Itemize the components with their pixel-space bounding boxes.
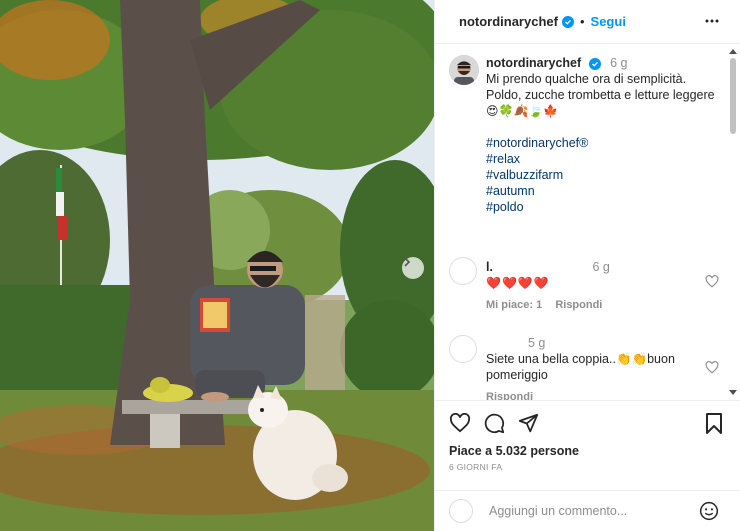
- author-avatar[interactable]: [449, 55, 479, 85]
- comment-likes-count[interactable]: Mi piace: 1: [486, 299, 542, 311]
- chevron-right-icon: [404, 257, 411, 267]
- caption-body: notordinarychef 6 g Mi prendo qualche or…: [486, 55, 721, 215]
- save-button[interactable]: [705, 413, 723, 439]
- verified-badge-icon: [561, 15, 574, 28]
- comment-username[interactable]: l.: [486, 260, 493, 274]
- post-caption: notordinarychef 6 g Mi prendo qualche or…: [449, 55, 721, 215]
- caption-text: Mi prendo qualche ora di semplicità. Pol…: [486, 72, 715, 102]
- current-user-avatar: [449, 499, 473, 523]
- caption-username[interactable]: notordinarychef: [486, 56, 581, 70]
- comment-body: ❤️❤️❤️❤️: [486, 276, 550, 290]
- follow-button[interactable]: Segui: [591, 14, 626, 29]
- comment-item: l. 6 g ❤️❤️❤️❤️ Mi piace: 1 Rispondi: [449, 257, 719, 317]
- like-button[interactable]: [449, 412, 471, 439]
- comment-meta: Rispondi: [486, 391, 543, 400]
- commenter-avatar[interactable]: [449, 335, 477, 363]
- hashtag-link[interactable]: #valbuzzifarm: [486, 167, 721, 183]
- comment-bubble-icon: [484, 413, 505, 434]
- scroll-down-arrow-icon[interactable]: [729, 390, 737, 396]
- action-icons: [449, 412, 539, 439]
- heart-icon: [705, 361, 719, 374]
- heart-icon: [449, 412, 471, 433]
- comment-time: 5 g: [528, 336, 546, 350]
- header-username[interactable]: notordinarychef: [459, 14, 558, 29]
- emoji-picker-button[interactable]: [699, 501, 719, 526]
- more-options-button[interactable]: [704, 13, 720, 32]
- instagram-post: notordinarychef • Segui notordinarychef …: [0, 0, 740, 531]
- comment-button[interactable]: [484, 413, 505, 439]
- reply-button[interactable]: Rispondi: [555, 299, 602, 311]
- like-comment-button[interactable]: [705, 275, 719, 293]
- scrollbar-thumb[interactable]: [730, 58, 736, 134]
- caption-emojis: 😍🍀🍂🍃🍁: [486, 104, 559, 118]
- comment-body: Siete una bella coppia..👏👏buon pomeriggi…: [486, 352, 675, 382]
- header-separator: •: [579, 14, 585, 29]
- smiley-icon: [699, 501, 719, 521]
- next-photo-button[interactable]: [402, 257, 424, 279]
- heart-icon: [705, 275, 719, 288]
- post-photo[interactable]: [0, 0, 434, 531]
- post-actions: Piace a 5.032 persone 6 GIORNI FA: [435, 400, 740, 490]
- comment-item: 5 g Siete una bella coppia..👏👏buon pomer…: [449, 335, 719, 400]
- hashtag-list: #notordinarychef® #relax #valbuzzifarm #…: [486, 135, 721, 215]
- like-comment-button[interactable]: [705, 361, 719, 379]
- bookmark-icon: [706, 413, 722, 434]
- share-button[interactable]: [518, 413, 539, 439]
- commenter-avatar[interactable]: [449, 257, 477, 285]
- post-side-panel: notordinarychef • Segui notordinarychef …: [434, 0, 740, 531]
- comment-input[interactable]: [489, 504, 689, 518]
- caption-time: 6 g: [610, 56, 628, 70]
- comment-meta: Mi piace: 1 Rispondi: [486, 299, 612, 311]
- comment-time: 6 g: [592, 260, 610, 274]
- reply-button[interactable]: Rispondi: [486, 391, 533, 400]
- post-header: notordinarychef • Segui: [435, 0, 740, 44]
- add-comment-bar: [435, 490, 740, 531]
- comment-text-block: l. 6 g ❤️❤️❤️❤️: [486, 259, 686, 291]
- hashtag-link[interactable]: #notordinarychef®: [486, 135, 721, 151]
- likes-count[interactable]: Piace a 5.032 persone: [449, 444, 579, 458]
- hashtag-link[interactable]: #relax: [486, 151, 721, 167]
- comment-text-block: 5 g Siete una bella coppia..👏👏buon pomer…: [486, 335, 686, 383]
- hashtag-link[interactable]: #autumn: [486, 183, 721, 199]
- photo-illustration: [0, 0, 434, 531]
- post-timestamp: 6 GIORNI FA: [449, 462, 503, 472]
- verified-badge-icon: [588, 58, 601, 70]
- paper-plane-icon: [518, 413, 539, 433]
- hashtag-link[interactable]: #poldo: [486, 199, 721, 215]
- more-horizontal-icon: [705, 19, 719, 23]
- scroll-up-arrow-icon[interactable]: [729, 48, 737, 54]
- comments-scroll-area[interactable]: notordinarychef 6 g Mi prendo qualche or…: [435, 45, 740, 400]
